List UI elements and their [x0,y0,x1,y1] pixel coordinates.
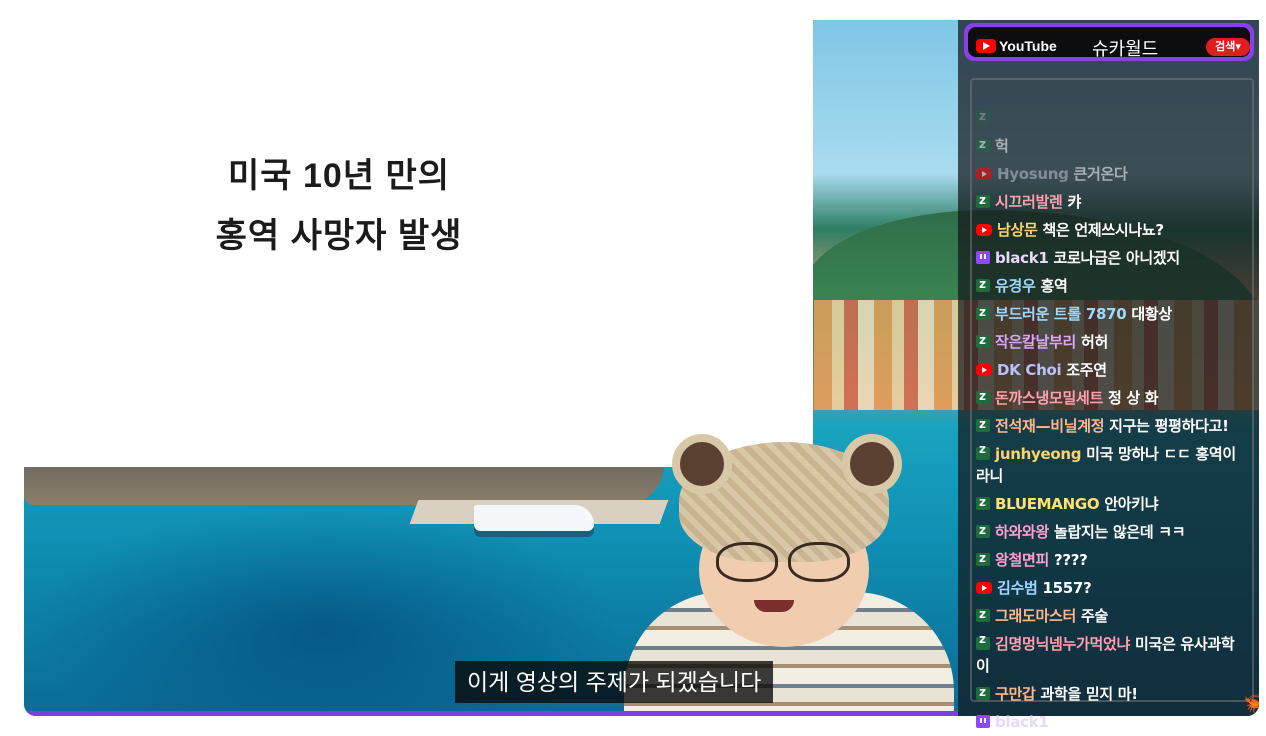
chat-message: 돈까스냉모밀세트 정 상 화 [976,382,1246,412]
chat-username[interactable]: 돈까스냉모밀세트 [995,389,1103,407]
progress-bar[interactable] [24,711,958,716]
chat-message: 헉 [976,130,1246,160]
chat-message-list: 헉Hyosung 큰거온다시끄러발렌 캬남상문 책은 언제쓰시나뇨?black1… [976,102,1246,736]
chzzk-badge-icon [976,438,990,460]
chzzk-badge-icon [976,130,990,158]
chat-message: 그래도마스터 주술 [976,600,1246,630]
chat-text: 과학을 믿지 마! [1040,685,1138,703]
chzzk-badge-icon [976,382,990,410]
chat-username[interactable]: Hyosung [997,165,1069,183]
chat-message [976,102,1246,132]
chzzk-badge-icon [976,410,990,438]
background-yacht [474,505,594,531]
chat-message: 남상문 책은 언제쓰시나뇨? [976,216,1246,244]
chat-username[interactable]: 시끄러발렌 [995,193,1063,211]
chat-text: 헉 [995,137,1009,155]
chat-username[interactable]: 왕철면피 [995,551,1049,569]
chzzk-badge-icon [976,516,990,544]
youtube-badge-icon [976,168,992,180]
presenter-mouth [754,600,794,612]
chat-text: 안아키냐 [1104,495,1159,513]
chat-username[interactable]: 부드러운 트롤 7870 [995,305,1127,323]
chat-username[interactable]: 구만갑 [995,685,1036,703]
channel-name: 슈카월드 [1092,39,1159,60]
chat-message: 작은칼날부리 허허 [976,326,1246,356]
chzzk-badge-icon [976,678,990,706]
chat-text: ???? [1053,551,1088,569]
search-label: 검색 [1215,40,1236,53]
chat-username[interactable]: 전석재—비닐계정 [995,417,1105,435]
chat-username[interactable]: junhyeong [995,445,1081,463]
chat-text: 책은 언제쓰시나뇨? [1042,221,1164,239]
chat-username[interactable]: 하와와왕 [995,523,1049,541]
chat-message: 시끄러발렌 캬 [976,186,1246,216]
twitch-badge-icon [976,251,990,264]
chat-message: black1 코로나급은 아니겠지 [976,244,1246,272]
chat-username[interactable]: BLUEMANGO [995,495,1100,513]
chat-text: 허허 [1080,333,1108,351]
chat-username[interactable]: 유경우 [995,277,1036,295]
chat-message: 부드러운 트롤 7870 대황상 [976,298,1246,328]
chzzk-badge-icon [976,186,990,214]
slide-panel: 미국 10년 만의 홍역 사망자 발생 [24,20,813,467]
chat-text: 홍역 [1040,277,1068,295]
chat-message: BLUEMANGO 안아키냐 [976,488,1246,518]
chat-message: 구만갑 과학을 믿지 마! [976,678,1246,708]
youtube-badge-icon [976,224,992,236]
chat-message: 왕철면피 ???? [976,544,1246,574]
chat-message: black1 ?? [976,708,1246,736]
chzzk-badge-icon [976,600,990,628]
chzzk-badge-icon [976,298,990,326]
youtube-play-icon [976,39,996,53]
chevron-down-icon: ▾ [1235,40,1241,53]
chat-text: 코로나급은 아니겠지 [1053,249,1180,267]
chat-message: Hyosung 큰거온다 [976,160,1246,188]
chzzk-badge-icon [976,326,990,354]
chat-message: 김수범 1557? [976,574,1246,602]
chat-message: 하와와왕 놀랍지는 않은데 ㅋㅋ [976,516,1246,546]
chat-text: 캬 [1067,193,1081,211]
chat-text: 지구는 평평하다고! [1109,417,1229,435]
subtitle-caption: 이게 영상의 주제가 되겠습니다 [455,661,774,703]
chzzk-badge-icon [976,270,990,298]
chzzk-badge-icon [976,488,990,516]
chat-username[interactable]: 남상문 [997,221,1038,239]
chat-message: 유경우 홍역 [976,270,1246,300]
chat-text: 큰거온다 [1073,165,1128,183]
chat-header: YouTube 슈카월드 검색▾ [964,23,1254,61]
chat-text: 조주연 [1066,361,1107,379]
chat-message: DK Choi 조주연 [976,356,1246,384]
chat-text: 놀랍지는 않은데 ㅋㅋ [1053,523,1186,541]
hat-ear-left [672,434,732,494]
background-rocks [24,465,664,505]
chzzk-badge-icon [976,102,990,130]
chat-text: 1557? [1042,579,1092,597]
youtube-logo: YouTube [976,38,1057,54]
youtube-badge-icon [976,364,992,376]
chat-username[interactable]: black1 [995,249,1049,267]
chat-message: 김명멍닉넴누가먹었냐 미국은 유사과학이 [976,628,1246,677]
chat-username[interactable]: 김수범 [997,579,1038,597]
chat-message: 전석재—비닐계정 지구는 평평하다고! [976,410,1246,440]
search-button[interactable]: 검색▾ [1206,38,1250,56]
chat-text: 주술 [1080,607,1108,625]
chzzk-badge-icon [976,544,990,572]
twitch-badge-icon [976,715,990,728]
slide-title-line1: 미국 10년 만의 [227,157,451,195]
chzzk-badge-icon [976,628,990,650]
chat-text: 정 상 화 [1107,389,1159,407]
chat-username[interactable]: black1 [995,713,1049,731]
chat-text: ?? [1053,713,1071,731]
chat-username[interactable]: 그래도마스터 [995,607,1076,625]
slide-title-line2: 홍역 사망자 발생 [215,217,463,255]
youtube-badge-icon [976,582,992,594]
chat-username[interactable]: 작은칼날부리 [995,333,1076,351]
presenter-glasses [716,542,856,582]
chat-username[interactable]: DK Choi [997,361,1062,379]
hat-ear-right [842,434,902,494]
chat-message: junhyeong 미국 망하나 ㄷㄷ 홍역이 라니 [976,438,1246,487]
platform-label: YouTube [999,38,1057,54]
chat-text: 대황상 [1131,305,1172,323]
chat-username[interactable]: 김명멍닉넴누가먹었냐 [995,635,1130,653]
